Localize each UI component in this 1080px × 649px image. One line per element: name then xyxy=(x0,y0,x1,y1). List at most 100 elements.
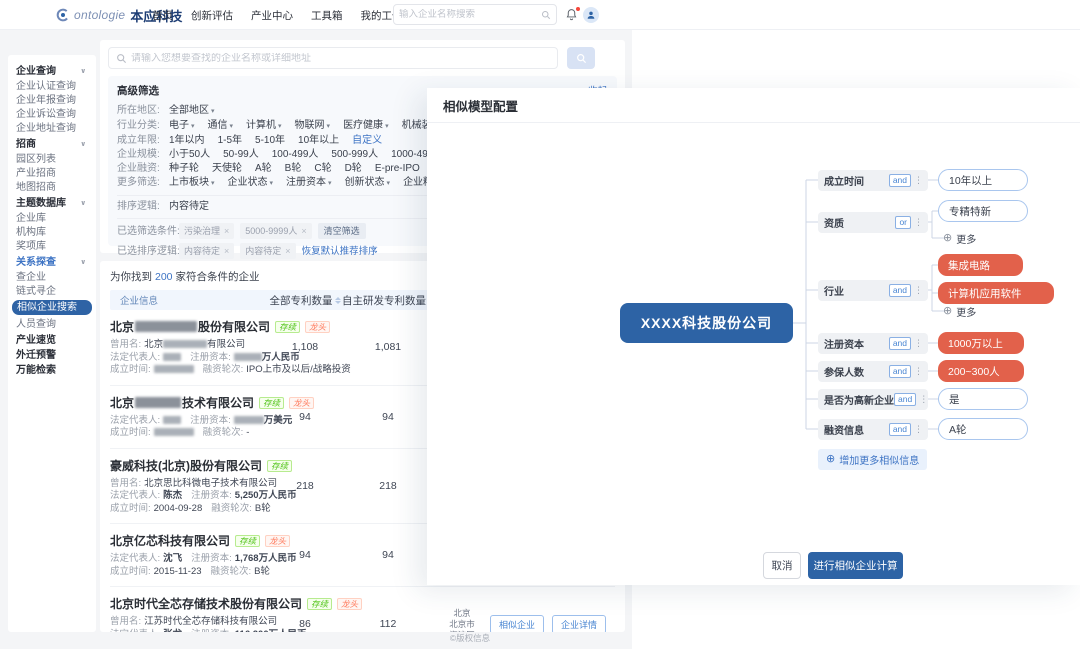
header-search-input[interactable] xyxy=(399,9,541,20)
col-header-all-patents[interactable]: 全部专利数量 xyxy=(268,293,342,308)
branch-value-highlighted[interactable]: 1000万以上 xyxy=(938,332,1024,354)
branch-industry[interactable]: 行业 and ⋮ xyxy=(818,280,928,301)
company-name[interactable]: 北京时代全芯存储技术股份有限公司存续龙头 xyxy=(110,595,268,612)
sidebar-item-park-list[interactable]: 园区列表 xyxy=(16,153,88,166)
selected-filter-tag[interactable]: 5000-9999人× xyxy=(240,223,311,239)
sidebar-group-enterprise-query[interactable]: 企业查询∨ xyxy=(16,66,88,77)
sidebar-item-chain-search[interactable]: 链式寻企 xyxy=(16,285,88,298)
selected-filter-tag[interactable]: 污染治理× xyxy=(179,223,234,239)
similar-enterprise-button[interactable]: 相似企业 xyxy=(490,615,544,632)
sidebar-item-person-query[interactable]: 人员查询 xyxy=(16,318,88,331)
filter-option[interactable]: 500-999人 xyxy=(331,148,378,162)
company-name[interactable]: 北京亿芯科技有限公司存续龙头 xyxy=(110,532,268,549)
filter-option[interactable]: E-pre-IPO xyxy=(375,162,420,176)
filter-option[interactable]: A轮 xyxy=(255,162,272,176)
filter-option[interactable]: B轮 xyxy=(285,162,302,176)
nav-industry-center[interactable]: 产业中心 xyxy=(251,8,293,23)
operator-badge[interactable]: and xyxy=(889,423,911,436)
restore-default-sort-link[interactable]: 恢复默认推荐排序 xyxy=(302,245,378,259)
sidebar-item-find-enterprise[interactable]: 查企业 xyxy=(16,271,88,284)
filter-option[interactable]: 物联网 xyxy=(295,119,331,134)
filter-option[interactable]: 5-10年 xyxy=(255,134,285,148)
header-search-box[interactable] xyxy=(393,4,557,25)
more-dots-icon[interactable]: ⋮ xyxy=(914,175,923,186)
sidebar-item-cert-query[interactable]: 企业认证查询 xyxy=(16,80,88,93)
filter-option[interactable]: 注册资本 xyxy=(286,176,332,191)
notification-bell-icon[interactable] xyxy=(565,8,579,22)
close-icon[interactable]: × xyxy=(224,226,229,236)
col-header-own-patents[interactable]: 自主研发专利数量 xyxy=(342,293,434,308)
company-name[interactable]: 豪威科技(北京)股份有限公司存续 xyxy=(110,457,268,474)
sidebar-item-address-query[interactable]: 企业地址查询 xyxy=(16,122,88,135)
more-dots-icon[interactable]: ⋮ xyxy=(914,338,923,349)
more-dots-icon[interactable]: ⋮ xyxy=(914,424,923,435)
filter-option[interactable]: 100-499人 xyxy=(272,148,319,162)
filter-option[interactable]: 企业状态 xyxy=(228,176,274,191)
filter-option[interactable]: 医疗健康 xyxy=(343,119,389,134)
nav-home[interactable]: 首页 xyxy=(152,8,173,23)
filter-option[interactable]: 创新状态 xyxy=(345,176,391,191)
sidebar-item-institution-db[interactable]: 机构库 xyxy=(16,226,88,239)
sidebar-item-similar-enterprise-search[interactable]: 相似企业搜索 xyxy=(12,300,92,315)
filter-option[interactable]: 全部地区 xyxy=(169,104,215,119)
operator-badge[interactable]: and xyxy=(889,365,911,378)
filter-option[interactable]: C轮 xyxy=(314,162,331,176)
filter-option[interactable]: 1-5年 xyxy=(218,134,242,148)
branch-hightech[interactable]: 是否为高新企业 and ⋮ xyxy=(818,389,928,410)
search-button[interactable] xyxy=(567,47,595,69)
filter-option[interactable]: 计算机 xyxy=(246,119,282,134)
company-search-input[interactable] xyxy=(131,53,550,64)
sidebar-item-universal-search[interactable]: 万能检索 xyxy=(16,365,88,376)
branch-value-highlighted[interactable]: 200~300人 xyxy=(938,360,1024,382)
filter-option[interactable]: D轮 xyxy=(345,162,362,176)
sidebar-item-award-db[interactable]: 奖项库 xyxy=(16,240,88,253)
more-values-button[interactable]: ⊕更多 xyxy=(943,231,976,245)
branch-value-highlighted[interactable]: 集成电路 xyxy=(938,254,1023,276)
filter-option[interactable]: 上市板块 xyxy=(169,176,215,191)
branch-qualification[interactable]: 资质 or ⋮ xyxy=(818,212,928,233)
operator-badge[interactable]: and xyxy=(894,393,916,406)
nav-toolbox[interactable]: 工具箱 xyxy=(311,8,343,23)
more-values-button[interactable]: ⊕更多 xyxy=(943,304,976,318)
branch-value-highlighted[interactable]: 计算机应用软件 xyxy=(938,282,1054,304)
user-avatar[interactable] xyxy=(583,7,599,23)
branch-value[interactable]: 专精特新 xyxy=(938,200,1028,222)
branch-value[interactable]: 10年以上 xyxy=(938,169,1028,191)
company-name[interactable]: 北京技术有限公司存续龙头 xyxy=(110,394,268,411)
enterprise-detail-button[interactable]: 企业详情 xyxy=(552,615,606,632)
nav-innovation-eval[interactable]: 创新评估 xyxy=(191,8,233,23)
company-name[interactable]: 北京股份有限公司存续龙头 xyxy=(110,318,268,335)
filter-option[interactable]: 通信 xyxy=(208,119,234,134)
branch-value[interactable]: 是 xyxy=(938,388,1028,410)
filter-option[interactable]: 50-99人 xyxy=(223,148,259,162)
operator-badge[interactable]: and xyxy=(889,337,911,350)
more-dots-icon[interactable]: ⋮ xyxy=(914,217,923,228)
sidebar-group-investment[interactable]: 招商∨ xyxy=(16,139,88,150)
table-row[interactable]: 北京时代全芯存储技术股份有限公司存续龙头 曾用名:江苏时代全芯存储科技有限公司 … xyxy=(110,586,615,632)
branch-founding-time[interactable]: 成立时间 and ⋮ xyxy=(818,170,928,191)
sidebar-item-relocation-warning[interactable]: 外迁预警 xyxy=(16,350,88,361)
center-company-node[interactable]: XXXX科技股份公司 xyxy=(620,303,793,343)
filter-option[interactable]: 种子轮 xyxy=(169,162,199,176)
branch-financing-info[interactable]: 融资信息 and ⋮ xyxy=(818,419,928,440)
filter-option[interactable]: 1年以内 xyxy=(169,134,205,148)
selected-sort-tag[interactable]: 内容待定× xyxy=(179,243,234,259)
operator-badge[interactable]: and xyxy=(889,174,911,187)
operator-badge[interactable]: and xyxy=(889,284,911,297)
selected-sort-tag[interactable]: 内容待定× xyxy=(240,243,295,259)
filter-option[interactable]: 天使轮 xyxy=(212,162,242,176)
sort-icon[interactable] xyxy=(335,297,341,304)
sidebar-item-enterprise-db[interactable]: 企业库 xyxy=(16,212,88,225)
custom-range-link[interactable]: 自定义 xyxy=(352,134,382,148)
sidebar-item-map-investment[interactable]: 地图招商 xyxy=(16,181,88,194)
filter-option[interactable]: 电子 xyxy=(169,119,195,134)
sidebar-group-theme-db[interactable]: 主题数据库∨ xyxy=(16,198,88,209)
branch-value[interactable]: A轮 xyxy=(938,418,1028,440)
close-icon[interactable]: × xyxy=(285,246,290,256)
close-icon[interactable]: × xyxy=(224,246,229,256)
branch-registered-capital[interactable]: 注册资本 and ⋮ xyxy=(818,333,928,354)
company-search-box[interactable] xyxy=(108,47,558,69)
filter-option[interactable]: 小于50人 xyxy=(169,148,210,162)
sort-logic-value[interactable]: 内容待定 xyxy=(169,200,209,214)
sidebar-item-industry-investment[interactable]: 产业招商 xyxy=(16,167,88,180)
